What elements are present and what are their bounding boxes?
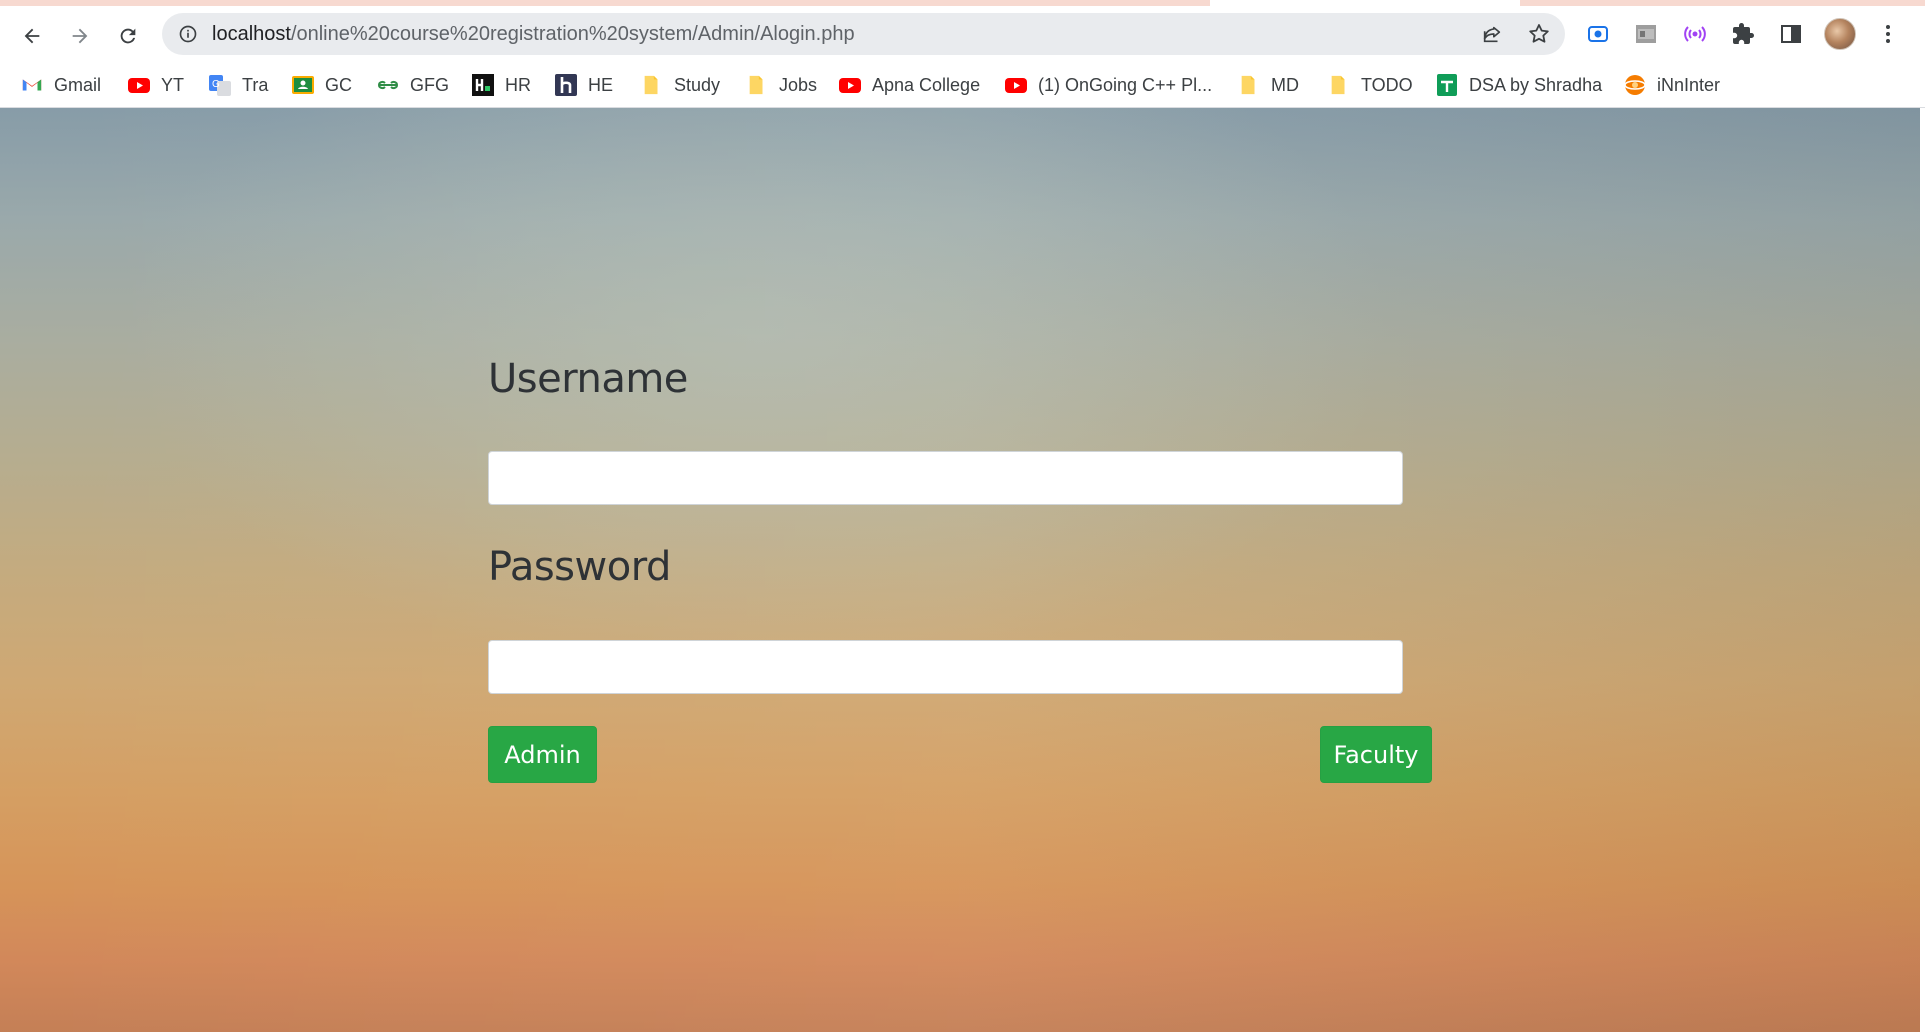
browser-window: localhost/online%20course%20registration… [0,0,1925,1034]
reload-icon [120,28,136,44]
share-icon[interactable] [1481,23,1503,45]
folder-icon [745,73,769,97]
browser-toolbar: localhost/online%20course%20registration… [0,6,1925,62]
address-bar[interactable]: localhost/online%20course%20registration… [162,13,1565,55]
back-icon [24,28,40,44]
bookmark-tra[interactable]: G Tra [208,70,268,100]
bookmark-jobs[interactable]: Jobs [745,70,817,100]
bookmark-label: Gmail [54,74,102,95]
bookmark-label: iNnInter [1657,74,1721,95]
youtube-icon [1004,73,1028,97]
sheets-icon [1435,73,1459,97]
bookmark-apna-college[interactable]: Apna College [838,70,980,100]
youtube-icon [127,73,151,97]
star-icon[interactable] [1527,22,1551,46]
bookmark-label: Apna College [872,74,981,95]
bookmark-gmail[interactable]: Gmail [20,70,101,100]
back-button[interactable] [12,16,52,56]
folder-icon [1237,73,1261,97]
browser-menu-button[interactable] [1874,20,1902,48]
puzzle-icon [1733,23,1754,44]
bookmarks-bar: Gmail YT G Tra GC GFG HR HE Study Jobs A… [0,62,1925,108]
faculty-login-button[interactable]: Faculty [1320,726,1432,783]
bookmark-dsa-shradha[interactable]: DSA by Shradha [1435,70,1602,100]
profile-avatar[interactable] [1824,18,1856,50]
password-input[interactable] [488,640,1403,694]
bookmark-he[interactable]: HE [554,70,613,100]
forward-button[interactable] [60,16,100,56]
reload-button[interactable] [108,16,148,56]
bookmark-label: GC [325,74,352,95]
password-label: Password [488,544,671,590]
hackerearth-icon [554,73,578,97]
youtube-icon [838,73,862,97]
tab-thumbnail-icon [1636,25,1656,43]
bookmark-yt[interactable]: YT [127,70,184,100]
side-panel-button[interactable] [1777,20,1805,48]
url-host: localhost [212,23,291,45]
side-panel-icon [1781,25,1801,43]
folder-icon [1327,73,1351,97]
gmail-icon [20,73,44,97]
bookmark-label: Tra [242,74,269,95]
login-page: Username Password Admin Faculty [0,108,1920,1034]
bookmark-todo[interactable]: TODO [1327,70,1413,100]
username-input[interactable] [488,451,1403,505]
window-edge [1920,108,1925,1034]
bookmark-study[interactable]: Study [640,70,720,100]
bookmark-label: GFG [410,74,449,95]
broadcast-icon [1684,26,1706,42]
classroom-icon [291,73,315,97]
gfg-icon [376,73,400,97]
bookmark-ongoing-cpp[interactable]: (1) OnGoing C++ Pl... [1004,70,1212,100]
bookmark-label: Study [674,74,721,95]
url-text[interactable]: localhost/online%20course%20registration… [212,13,855,55]
screen-record-extension[interactable] [1584,20,1612,48]
info-icon[interactable] [178,24,198,44]
bookmark-label: MD [1271,74,1299,95]
bookmark-label: TODO [1361,74,1413,95]
translate-icon: G [208,73,232,97]
bookmark-gc[interactable]: GC [291,70,352,100]
screen-record-icon [1588,26,1608,42]
username-label: Username [488,356,688,402]
bookmark-md[interactable]: MD [1237,70,1299,100]
svg-text:G: G [212,79,220,90]
forward-icon [72,28,88,44]
bookmark-label: Jobs [779,74,818,95]
folder-icon [640,73,664,97]
bookmark-hr[interactable]: HR [471,70,531,100]
broadcast-extension[interactable] [1681,20,1709,48]
bookmark-label: YT [161,74,185,95]
url-path: /online%20course%20registration%20system… [290,23,855,45]
bookmark-ininter[interactable]: iNnInter [1623,70,1720,100]
bookmark-label: HR [505,74,531,95]
kebab-menu-icon [1886,25,1890,43]
orange-circle-icon [1623,73,1647,97]
admin-login-button[interactable]: Admin [488,726,597,783]
bookmark-label: HE [588,74,614,95]
bookmark-gfg[interactable]: GFG [376,70,449,100]
tab-thumbnail-extension[interactable] [1632,20,1660,48]
bookmark-label: (1) OnGoing C++ Pl... [1038,74,1213,95]
bookmark-label: DSA by Shradha [1469,74,1603,95]
hackerrank-icon [471,73,495,97]
extensions-button[interactable] [1729,20,1757,48]
